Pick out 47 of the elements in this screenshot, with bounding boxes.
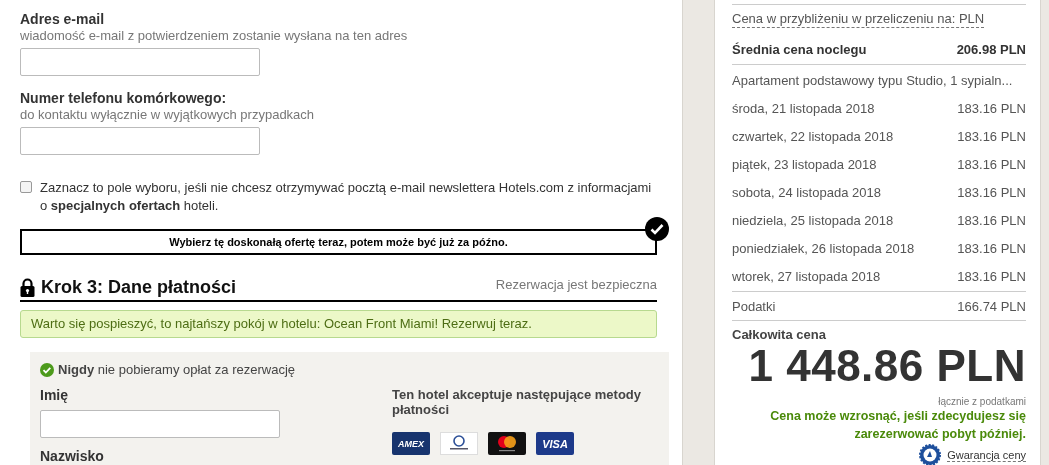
notice-banner: Warto się pospieszyć, to najtańszy pokój w hotelu: Ocean Front Miami! Rezerwuj teraz. — [20, 310, 657, 338]
field-label: Imię — [40, 387, 69, 404]
secure-text: Rezerwacja jest bezpieczna — [495, 277, 657, 292]
night-date: czwartek, 22 listopada 2018 — [732, 128, 894, 144]
check-circle-icon — [40, 362, 54, 377]
night-amount: 183.16 PLN — [957, 100, 1026, 116]
night-amount: 183.16 PLN — [957, 184, 1026, 200]
night-date: środa, 21 listopada 2018 — [732, 100, 875, 116]
step-title: Krok 3: Dane płatności — [41, 277, 237, 298]
field-label: Nazwisko — [40, 448, 105, 465]
no-fee-text: Nigdy nie pobieramy opłat za rezerwację — [58, 362, 295, 377]
checkbox[interactable] — [20, 181, 32, 193]
night-amount: 183.16 PLN — [957, 240, 1026, 256]
field-label: Numer telefonu komórkowego: — [20, 90, 228, 107]
field-label: Adres e-mail — [20, 11, 106, 28]
mastercard-card-icon — [488, 432, 526, 455]
night-date: poniedziałek, 26 listopada 2018 — [732, 240, 915, 256]
offer-text: Wybierz tę doskonałą ofertę teraz, potem może być już za późno. — [169, 236, 508, 248]
field-hint: wiadomość e-mail z potwierdzeniem zostanie wysłana na ten adres — [20, 28, 409, 44]
total-label: Całkowita cena — [732, 327, 827, 342]
phone-field[interactable] — [20, 127, 260, 155]
average-label: Średnia cena noclegu — [732, 41, 867, 57]
night-amount: 183.16 PLN — [957, 268, 1026, 284]
room-name: Apartament podstawowy typu Studio, 1 sypialn... — [732, 71, 1014, 90]
first-name-field[interactable] — [40, 410, 280, 438]
night-date: wtorek, 27 listopada 2018 — [732, 268, 881, 284]
night-amount: 183.16 PLN — [957, 128, 1026, 144]
price-warning: Cena może wzrosnąć, jeśli zdecydujesz się zarezerwować pobyt później. — [770, 409, 1026, 441]
currency-note[interactable]: Cena w przybliżeniu w przeliczeniu na: PLN — [732, 11, 985, 28]
night-date: niedziela, 25 listopada 2018 — [732, 212, 894, 228]
tax-label: Podatki — [732, 298, 776, 314]
email-field[interactable] — [20, 48, 260, 76]
visa-card-logo: VISA — [536, 432, 574, 455]
field-hint: do kontaktu wyłącznie w wyjątkowych przypadkach — [20, 107, 316, 123]
total-amount: 1 448.86 PLN — [748, 341, 1026, 390]
night-amount: 183.16 PLN — [957, 212, 1026, 228]
night-date: piątek, 23 listopada 2018 — [732, 156, 877, 172]
night-amount: 183.16 PLN — [957, 156, 1026, 172]
price-guarantee-link[interactable]: Gwarancja ceny — [947, 448, 1026, 462]
newsletter-text: Zaznacz to pole wyboru, jeśli nie chcesz otrzymywać pocztą e-mail newslettera Hotels.com z informacjami o specjalnych ofertach hoteli. — [40, 179, 653, 215]
average-amount: 206.98 PLN — [956, 41, 1026, 57]
tax-note: łącznie z podatkami — [938, 396, 1026, 407]
night-date: sobota, 24 listopada 2018 — [732, 184, 881, 200]
payment-methods-title: Ten hotel akceptuje następujące metody płatności — [392, 387, 642, 417]
lock-icon — [20, 278, 35, 297]
amex-card-logo: AMEX — [392, 432, 430, 455]
tax-amount: 166.74 PLN — [957, 298, 1026, 314]
